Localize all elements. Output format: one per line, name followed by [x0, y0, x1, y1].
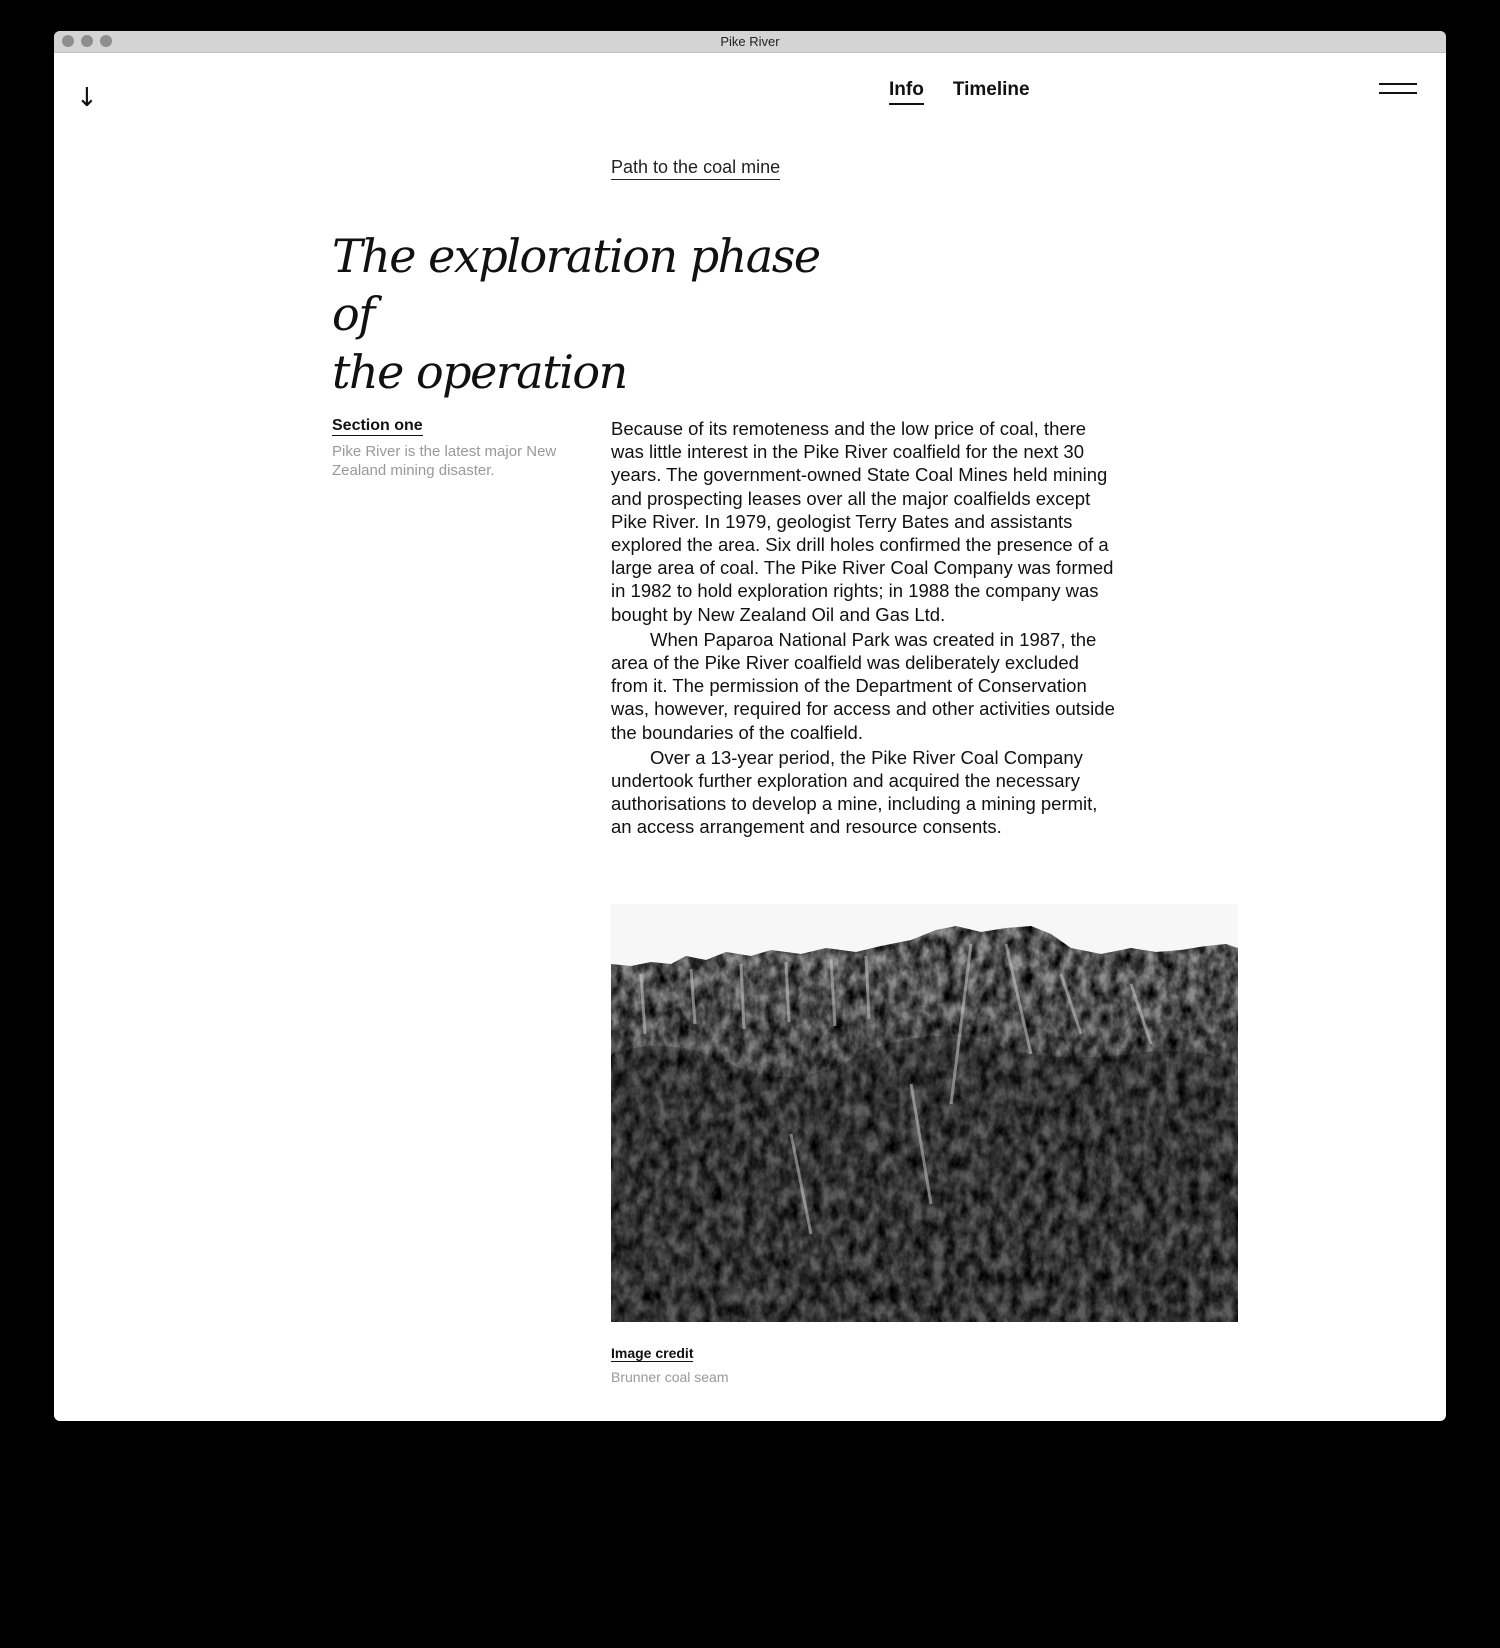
- breadcrumb-link[interactable]: Path to the coal mine: [611, 157, 781, 180]
- image-caption-text: Brunner coal seam: [611, 1369, 729, 1385]
- page-title-line-1: The exploration phase of: [332, 229, 821, 341]
- section-label: Section one: [332, 417, 423, 436]
- article-body: Because of its remoteness and the low pr…: [611, 417, 1116, 841]
- hamburger-menu-icon[interactable]: [1379, 83, 1417, 95]
- page-title-line-2: the operation: [332, 345, 628, 399]
- window-title: Pike River: [720, 34, 780, 49]
- main-nav: Info Timeline: [889, 79, 1030, 105]
- nav-item-timeline[interactable]: Timeline: [953, 79, 1030, 105]
- image-credit-label[interactable]: Image credit: [611, 1345, 694, 1362]
- article-paragraph-1: Because of its remoteness and the low pr…: [611, 418, 1114, 625]
- article-paragraph-3: Over a 13-year period, the Pike River Co…: [611, 746, 1098, 838]
- image-caption: Image credit Brunner coal seam: [611, 1345, 729, 1385]
- page-title: The exploration phase of the operation: [332, 227, 852, 401]
- window-titlebar: Pike River: [54, 31, 1446, 53]
- section-aside: Section one Pike River is the latest maj…: [332, 417, 572, 480]
- section-description: Pike River is the latest major New Zeala…: [332, 443, 557, 479]
- nav-item-info[interactable]: Info: [889, 79, 924, 105]
- cliff-photo: [611, 904, 1238, 1322]
- article-paragraph-2: When Paparoa National Park was created i…: [611, 628, 1115, 743]
- browser-window: Pike River ↓ Info Timeline Path to the c…: [54, 31, 1446, 1421]
- down-arrow-icon[interactable]: ↓: [76, 85, 98, 111]
